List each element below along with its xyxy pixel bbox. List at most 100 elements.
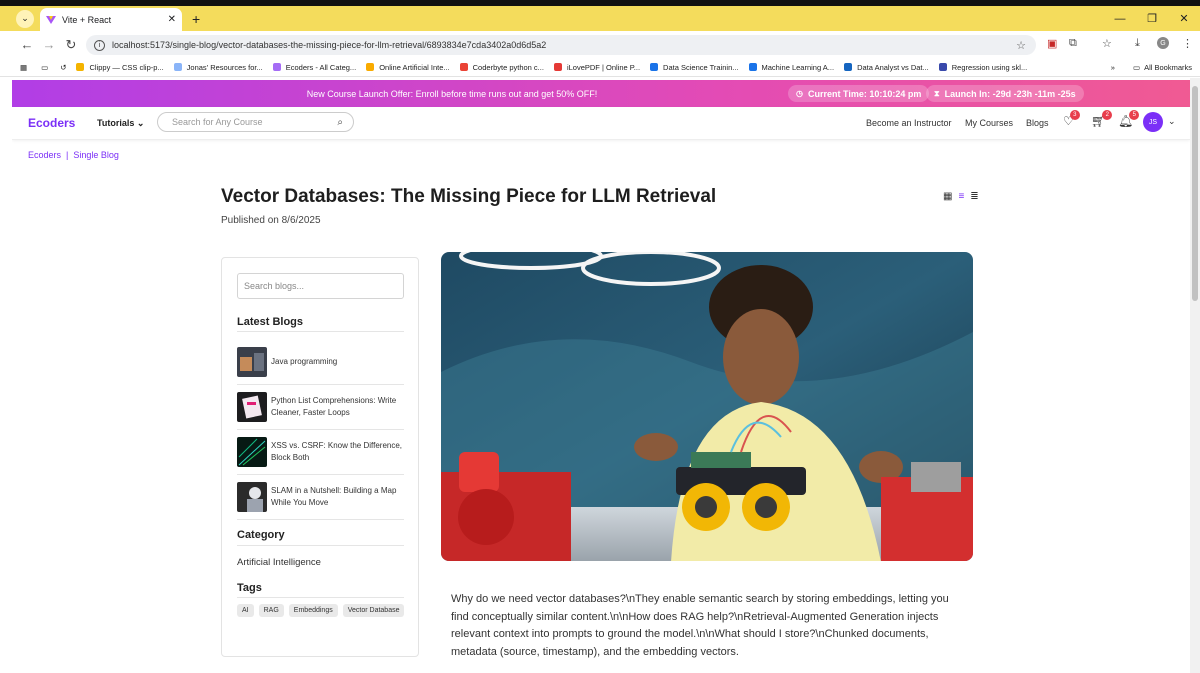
blog-thumbnail — [237, 392, 267, 422]
history-icon[interactable]: ↺ — [60, 63, 66, 72]
current-time-text: Current Time: 10:10:24 pm — [807, 88, 922, 99]
bookmark-star-icon[interactable]: ☆ — [1016, 39, 1026, 52]
bookmark-favicon-icon — [366, 63, 375, 71]
window-controls: — ❐ ✕ — [1104, 6, 1200, 31]
layout-toggle: ▦ ≡ ≣ — [943, 191, 979, 202]
divider — [237, 384, 404, 385]
launch-countdown-pill: ⧗ Launch In: -29d -23h -11m -25s — [926, 85, 1084, 102]
bookmarks-overflow: » ▭ All Bookmarks — [1111, 63, 1192, 72]
align-left-icon[interactable]: ≡ — [958, 191, 964, 202]
bookmark-item[interactable]: Jonas' Resources for... — [173, 63, 263, 72]
download-icon[interactable]: ⤓ — [1135, 37, 1140, 50]
chevron-double-right-icon[interactable]: » — [1111, 63, 1115, 72]
grid-view-icon[interactable]: ▦ — [943, 191, 952, 202]
category-value[interactable]: Artificial Intelligence — [237, 557, 321, 568]
blog-body-text: Why do we need vector databases?\nThey e… — [451, 593, 949, 658]
bookmark-item[interactable]: Ecoders - All Categ... — [272, 63, 356, 72]
current-time-pill: ◷ Current Time: 10:10:24 pm — [788, 85, 930, 102]
bookmark-item[interactable]: Online Artificial Inte... — [366, 63, 450, 72]
extensions-icon[interactable]: ⧉ — [1069, 37, 1077, 50]
blogs-link[interactable]: Blogs — [1026, 118, 1049, 128]
my-courses-link[interactable]: My Courses — [965, 118, 1013, 128]
tag-chip[interactable]: RAG — [258, 604, 284, 617]
latest-blog-title: XSS vs. CSRF: Know the Difference, Block… — [271, 441, 403, 462]
breadcrumb-separator: | — [66, 150, 69, 160]
bookmark-favicon-icon — [844, 63, 853, 71]
close-window-icon[interactable]: ✕ — [1168, 12, 1200, 25]
cart-icon[interactable]: 🛒︎ 2 — [1091, 110, 1113, 128]
divider — [237, 474, 404, 475]
latest-blogs-heading: Latest Blogs — [237, 316, 304, 328]
latest-blog-item[interactable]: Java programming — [237, 345, 404, 383]
blog-thumbnail — [237, 482, 267, 512]
chevron-down-icon[interactable]: ⌄ — [1168, 116, 1176, 127]
category-heading: Category — [237, 529, 285, 541]
divider — [237, 597, 404, 598]
tags-heading: Tags — [237, 582, 262, 594]
restore-icon[interactable]: ❐ — [1136, 12, 1168, 25]
apps-icon[interactable]: ▦ — [20, 63, 27, 72]
align-right-icon[interactable]: ≣ — [970, 191, 978, 202]
bookmark-item[interactable]: Clippy — CSS clip-p... — [76, 63, 164, 72]
course-search-input[interactable]: Search for Any Course ⌕ — [157, 112, 354, 132]
breadcrumb-home-link[interactable]: Ecoders — [28, 150, 61, 160]
page-title: Vector Databases: The Missing Piece for … — [221, 186, 717, 207]
bookmark-favicon-icon — [748, 63, 757, 71]
wishlist-badge: 3 — [1069, 110, 1080, 120]
published-date: Published on 8/6/2025 — [221, 215, 321, 226]
wishlist-heart-icon[interactable]: ♡ 3 — [1063, 110, 1080, 128]
site-header: Ecoders Tutorials ⌄ Search for Any Cours… — [12, 107, 1190, 140]
promo-banner: New Course Launch Offer: Enroll before t… — [12, 80, 1190, 107]
bookmark-favicon-icon — [650, 63, 659, 71]
launch-countdown-text: Launch In: -29d -23h -11m -25s — [944, 88, 1076, 99]
bookmark-item[interactable]: Regression using skl... — [938, 63, 1027, 72]
latest-blog-item[interactable]: Python List Comprehensions: Write Cleane… — [237, 390, 404, 428]
latest-blog-title: Python List Comprehensions: Write Cleane… — [271, 396, 397, 417]
all-bookmarks-link[interactable]: All Bookmarks — [1144, 63, 1192, 72]
latest-blog-item[interactable]: XSS vs. CSRF: Know the Difference, Block… — [237, 435, 404, 473]
tag-chip[interactable]: AI — [237, 604, 254, 617]
tutorials-dropdown[interactable]: Tutorials ⌄ — [97, 118, 144, 129]
latest-blog-title: SLAM in a Nutshell: Building a Map While… — [271, 486, 397, 507]
pdf-extension-icon[interactable]: ▣ — [1047, 37, 1057, 50]
blog-search-input[interactable]: Search blogs... — [237, 273, 404, 299]
promo-message: New Course Launch Offer: Enroll before t… — [306, 88, 598, 99]
bookmark-item[interactable]: iLovePDF | Online P... — [553, 63, 640, 72]
reload-icon[interactable]: ↻ — [60, 37, 82, 53]
vite-logo-icon — [46, 15, 56, 24]
scrollbar-thumb[interactable] — [1192, 86, 1198, 301]
search-icon[interactable]: ⌕ — [337, 117, 343, 128]
bookmarks-manager-icon[interactable]: ☆ — [1102, 37, 1112, 50]
url-input[interactable]: i localhost:5173/single-blog/vector-data… — [86, 35, 1036, 55]
bookmark-item[interactable]: Data Analyst vs Dat... — [844, 63, 929, 72]
latest-blog-item[interactable]: SLAM in a Nutshell: Building a Map While… — [237, 480, 404, 518]
avatar[interactable]: JS — [1143, 112, 1163, 132]
bookmark-item[interactable]: Coderbyte python c... — [459, 63, 544, 72]
forward-icon[interactable]: → — [38, 37, 60, 52]
browser-menu-icon[interactable]: ⋮ — [1182, 37, 1193, 50]
folder-icon: ▭ — [1132, 62, 1141, 72]
site-info-icon[interactable]: i — [94, 39, 105, 51]
new-tab-button[interactable]: + — [192, 11, 200, 27]
back-icon[interactable]: ← — [16, 37, 38, 52]
tag-chip[interactable]: Embeddings — [288, 604, 338, 617]
browser-tab-bar: ⌄ Vite + React ✕ + — ❐ ✕ — [0, 6, 1200, 31]
profile-icon[interactable]: G — [1157, 37, 1169, 49]
minimize-icon[interactable]: — — [1104, 13, 1136, 25]
page-viewport: New Course Launch Offer: Enroll before t… — [12, 78, 1190, 673]
divider — [237, 519, 404, 520]
browser-tab[interactable]: Vite + React ✕ — [40, 8, 182, 31]
page-scrollbar[interactable] — [1190, 78, 1200, 673]
tab-title: Vite + React — [62, 14, 112, 25]
bookmark-item[interactable]: Data Science Trainin... — [650, 63, 739, 72]
tab-search-button[interactable]: ⌄ — [16, 9, 34, 28]
folder-icon[interactable]: ▭ — [41, 63, 48, 72]
breadcrumb-current[interactable]: Single Blog — [73, 150, 119, 160]
notification-bell-icon[interactable]: 🔔︎ 5 — [1118, 110, 1140, 128]
bookmark-item[interactable]: Machine Learning A... — [748, 63, 834, 72]
tag-chip[interactable]: Vector Database — [342, 604, 405, 617]
brand-logo[interactable]: Ecoders — [28, 116, 75, 130]
close-tab-icon[interactable]: ✕ — [168, 14, 176, 25]
become-instructor-link[interactable]: Become an Instructor — [866, 118, 952, 128]
hourglass-icon: ⧗ — [934, 88, 940, 98]
